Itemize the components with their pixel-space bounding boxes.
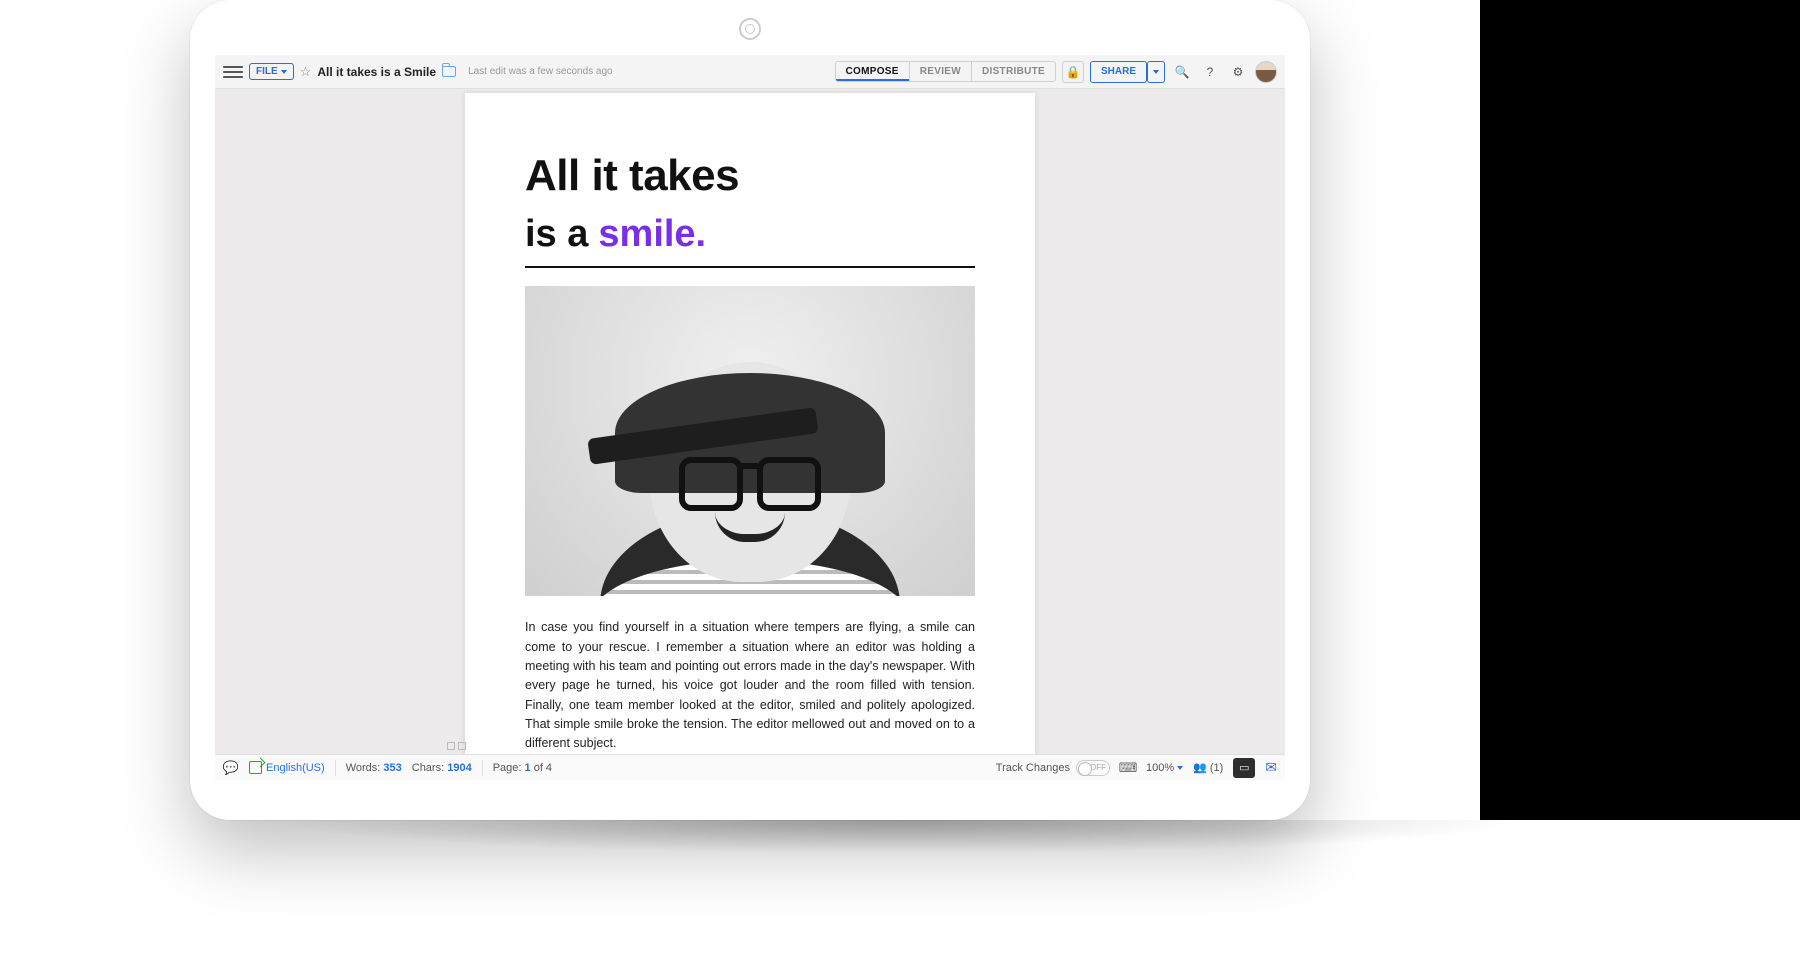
mode-switcher: COMPOSE REVIEW DISTRIBUTE: [835, 61, 1056, 82]
page-indicator[interactable]: Page: 1 of 4: [493, 762, 552, 774]
last-edit-status: Last edit was a few seconds ago: [468, 66, 613, 77]
chevron-down-icon: [281, 70, 287, 74]
star-icon[interactable]: ☆: [300, 64, 312, 80]
settings-icon[interactable]: ⚙: [1227, 61, 1249, 83]
keyboard-icon[interactable]: ⌨: [1120, 760, 1136, 776]
top-toolbar: FILE ☆ All it takes is a Smile Last edit…: [215, 55, 1285, 89]
page-handles-icon[interactable]: [447, 742, 466, 750]
app-screen: FILE ☆ All it takes is a Smile Last edit…: [215, 55, 1285, 780]
laptop-shadow: [10, 820, 1790, 900]
feedback-icon[interactable]: ✉: [1265, 759, 1277, 776]
reading-view-button[interactable]: ▭: [1233, 758, 1255, 778]
chevron-down-icon: [1177, 766, 1183, 770]
share-label: SHARE: [1101, 66, 1136, 77]
people-icon: 👥: [1193, 761, 1207, 774]
comment-icon[interactable]: 💬: [223, 760, 239, 776]
heading-line-1[interactable]: All it takes: [525, 153, 975, 199]
document-title[interactable]: All it takes is a Smile: [317, 65, 436, 79]
lock-icon[interactable]: 🔒: [1062, 61, 1084, 83]
user-avatar[interactable]: [1255, 61, 1277, 83]
share-button[interactable]: SHARE: [1090, 61, 1147, 83]
track-changes-label: Track Changes: [996, 762, 1070, 774]
help-icon[interactable]: ?: [1199, 61, 1221, 83]
document-body-text[interactable]: In case you find yourself in a situation…: [525, 618, 975, 754]
toggle-off-icon[interactable]: OFF: [1076, 760, 1110, 776]
file-menu-button[interactable]: FILE: [249, 63, 294, 80]
webcam-icon: [739, 18, 761, 40]
tab-distribute[interactable]: DISTRIBUTE: [971, 62, 1055, 81]
document-canvas[interactable]: All it takes is a smile.: [215, 89, 1285, 754]
heading-rule: [525, 266, 975, 268]
zoom-selector[interactable]: 100%: [1146, 762, 1183, 774]
spellcheck-icon: [249, 761, 262, 774]
backdrop-panel: [1480, 0, 1800, 820]
collaborator-count: (1): [1210, 762, 1223, 774]
share-dropdown[interactable]: [1147, 61, 1165, 83]
chevron-down-icon: [1153, 70, 1159, 74]
folder-icon[interactable]: [442, 66, 456, 77]
menu-icon[interactable]: [223, 62, 243, 82]
zoom-value: 100%: [1146, 762, 1174, 774]
language-selector[interactable]: English(US): [249, 761, 325, 774]
laptop-frame: FILE ☆ All it takes is a Smile Last edit…: [190, 0, 1310, 820]
document-page[interactable]: All it takes is a smile.: [465, 93, 1035, 754]
heading-line-2a[interactable]: is a: [525, 213, 588, 256]
heading-line-2b[interactable]: smile.: [598, 213, 706, 256]
tab-review[interactable]: REVIEW: [909, 62, 971, 81]
language-label: English(US): [266, 762, 325, 774]
file-label: FILE: [256, 66, 278, 77]
word-count[interactable]: Words: 353: [346, 762, 402, 774]
char-count[interactable]: Chars: 1904: [412, 762, 472, 774]
tab-compose[interactable]: COMPOSE: [836, 62, 909, 81]
status-bar: 💬 English(US) Words: 353 Chars: 1904 Pag…: [215, 754, 1285, 780]
collaborators-button[interactable]: 👥 (1): [1193, 761, 1223, 774]
track-changes-toggle[interactable]: Track Changes OFF: [996, 760, 1110, 776]
search-icon[interactable]: 🔍: [1171, 61, 1193, 83]
document-image[interactable]: [525, 286, 975, 596]
